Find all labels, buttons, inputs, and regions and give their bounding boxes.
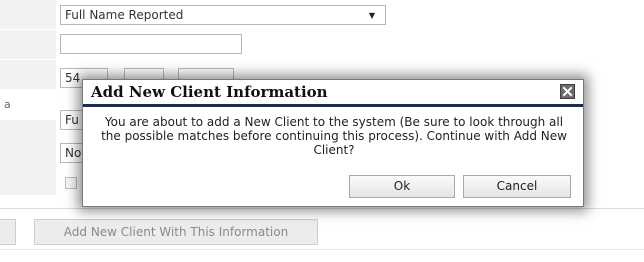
close-icon[interactable] — [560, 84, 575, 99]
dropdown-arrow-icon: ▼ — [368, 11, 375, 20]
form-label-column: a — [0, 0, 56, 196]
row5-select-value: No — [65, 146, 82, 160]
label-cell: a — [0, 90, 56, 120]
text-input[interactable] — [60, 34, 242, 54]
add-client-dialog: Add New Client Information You are about… — [82, 79, 584, 207]
label-cell — [0, 166, 56, 196]
label-cell — [0, 30, 56, 60]
ok-button[interactable]: Ok — [349, 175, 455, 198]
form-checkbox[interactable] — [65, 177, 77, 189]
name-type-select[interactable]: Full Name Reported ▼ — [60, 5, 386, 25]
label-cell — [0, 0, 56, 30]
name-type-select-value: Full Name Reported — [65, 8, 184, 22]
add-new-client-button-label: Add New Client With This Information — [63, 225, 289, 239]
divider — [0, 249, 644, 250]
cancel-button[interactable]: Cancel — [463, 175, 571, 198]
dialog-header: Add New Client Information — [83, 80, 583, 107]
dialog-title: Add New Client Information — [91, 83, 328, 101]
add-new-client-button[interactable]: Add New Client With This Information — [34, 219, 318, 245]
cancel-button-label: Cancel — [496, 179, 538, 193]
ok-button-label: Ok — [393, 179, 411, 193]
partial-button[interactable] — [0, 219, 16, 245]
row4-select-value: Fu — [65, 113, 79, 127]
divider — [0, 208, 644, 209]
ssn-part-1-value: 54 — [65, 71, 81, 85]
row-label-fragment: a — [4, 98, 11, 111]
label-cell — [0, 60, 56, 90]
dialog-message: You are about to add a New Client to the… — [101, 115, 567, 157]
